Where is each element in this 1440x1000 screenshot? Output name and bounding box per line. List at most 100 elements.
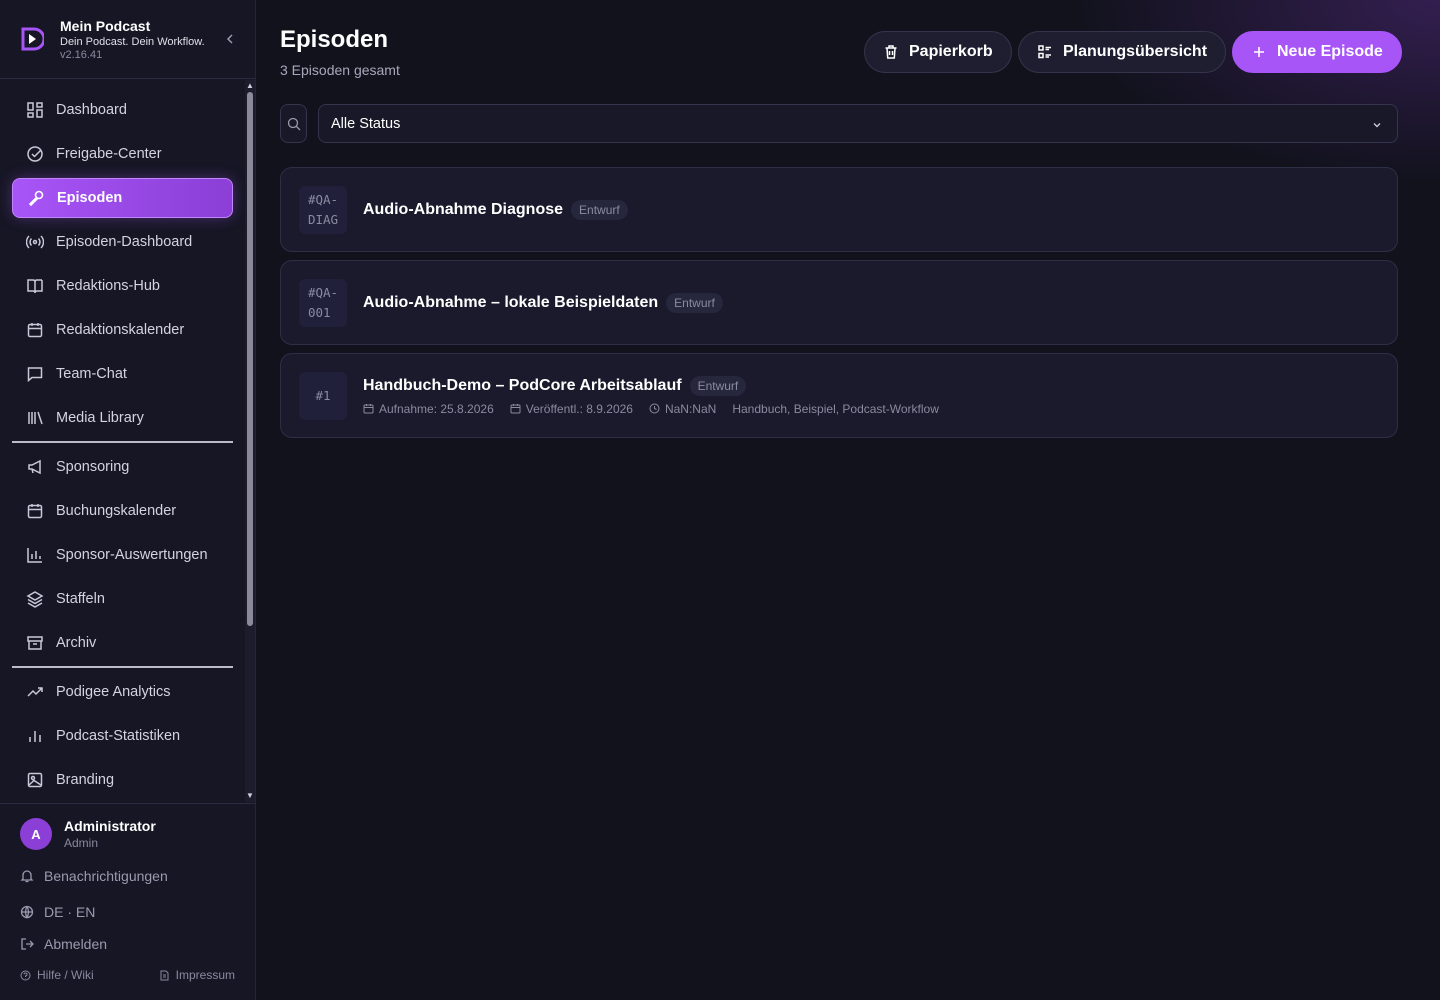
sidebar-item-label: Freigabe-Center [56,146,162,162]
episode-title: Audio-Abnahme – lokale Beispieldaten [363,293,659,311]
user-panel: A Administrator Admin Benachrichtigungen… [0,803,255,1000]
help-link[interactable]: Hilfe / Wiki [20,968,94,982]
nav-divider [12,666,233,668]
episode-count: 3 Episoden gesamt [280,62,400,78]
sidebar: Mein Podcast Dein Podcast. Dein Workflow… [0,0,256,1000]
calendar-icon [27,323,43,338]
trash-label: Papierkorb [909,43,993,60]
sidebar-item-episoden-dashboard[interactable]: Episoden-Dashboard [12,222,233,262]
status-badge: Entwurf [689,375,747,396]
broadcast-icon [26,235,44,249]
notifications-link[interactable]: Benachrichtigungen [0,866,255,886]
page-title: Episoden [280,26,389,53]
episode-card[interactable]: #1 Handbuch-Demo – PodCore Arbeitsablauf… [280,353,1398,438]
planning-overview-button[interactable]: Planungsübersicht [1018,31,1227,73]
sidebar-item-media-library[interactable]: Media Library [12,398,233,438]
sidebar-item-freigabe-center[interactable]: Freigabe-Center [12,134,233,174]
trash-button[interactable]: Papierkorb [864,31,1012,73]
episode-number-line: DIAG [307,211,339,227]
status-filter-select[interactable]: Alle Status [318,104,1398,143]
new-episode-label: Neue Episode [1277,43,1383,60]
sidebar-item-dashboard[interactable]: Dashboard [12,90,233,130]
status-badge: Entwurf [666,292,723,313]
chevron-left-icon [226,34,233,44]
mic-icon [28,190,44,207]
sidebar-item-redaktions-hub[interactable]: Redaktions-Hub [12,266,233,306]
scroll-down-arrow-icon[interactable]: ▼ [246,792,254,800]
sidebar-scrollbar[interactable]: ▲ ▼ [245,80,255,802]
episode-number: #QA- 001 [299,278,347,327]
library-icon [28,411,43,425]
sidebar-item-podigee-analytics[interactable]: Podigee Analytics [12,672,233,712]
image-icon [27,772,43,788]
sidebar-item-label: Media Library [56,410,144,426]
brand-header: Mein Podcast Dein Podcast. Dein Workflow… [0,0,255,79]
chat-icon [27,367,43,383]
calendar-icon [27,504,43,519]
clock-icon [649,403,660,414]
logout-button[interactable]: Abmelden [0,934,255,954]
chevron-down-icon [1373,123,1381,128]
search-button[interactable] [280,104,307,143]
user-profile[interactable]: A Administrator Admin [0,804,255,850]
sidebar-item-label: Sponsoring [56,459,130,475]
episode-card[interactable]: #QA- 001 Audio-Abnahme – lokale Beispield… [280,260,1398,345]
megaphone-icon [28,459,41,475]
globe-icon [20,905,34,919]
sidebar-item-episoden[interactable]: Episoden [12,178,233,218]
bar-chart-icon [27,548,42,563]
book-icon [27,279,43,294]
nav-divider [12,441,233,443]
sidebar-item-branding[interactable]: Branding [12,760,233,800]
trash-icon [885,45,897,59]
app-logo-icon [21,27,44,51]
sidebar-item-podcast-statistiken[interactable]: Podcast-Statistiken [12,716,233,756]
sidebar-item-sponsoring[interactable]: Sponsoring [12,447,233,487]
sidebar-item-buchungskalender[interactable]: Buchungskalender [12,491,233,531]
sidebar-item-team-chat[interactable]: Team-Chat [12,354,233,394]
imprint-link[interactable]: Impressum [159,968,235,982]
user-name: Administrator [64,818,156,834]
sidebar-item-redaktionskalender[interactable]: Redaktionskalender [12,310,233,350]
search-icon [287,117,300,130]
sidebar-item-staffeln[interactable]: Staffeln [12,579,233,619]
episode-number: #1 [299,371,347,420]
language-switch[interactable]: DE · EN [0,902,255,922]
layers-icon [26,591,44,608]
avatar: A [20,818,52,850]
trending-up-icon [27,687,43,697]
imprint-label: Impressum [175,968,235,982]
user-role: Admin [64,836,99,850]
episode-meta: Aufnahme: 25.8.2026 Veröffentl.: 8.9.202… [363,402,955,416]
new-episode-button[interactable]: Neue Episode [1232,31,1402,73]
archive-icon [27,636,43,650]
app-name: Mein Podcast [60,17,151,34]
episode-card[interactable]: #QA- DIAG Audio-Abnahme Diagnose Entwurf [280,167,1398,252]
status-badge: Entwurf [571,199,628,220]
document-icon [160,970,169,980]
check-circle-icon [27,146,43,162]
sidebar-item-label: Archiv [56,635,97,651]
sidebar-item-sponsor-auswertungen[interactable]: Sponsor-Auswertungen [12,535,233,575]
sidebar-item-label: Redaktions-Hub [56,278,160,294]
scroll-thumb[interactable] [247,92,253,626]
language-label: DE · EN [44,904,96,920]
help-label: Hilfe / Wiki [37,968,94,982]
app-tagline: Dein Podcast. Dein Workflow. [60,35,205,48]
notifications-label: Benachrichtigungen [44,868,168,884]
logout-label: Abmelden [44,936,108,952]
sidebar-item-label: Team-Chat [56,366,127,382]
main-content: Episoden 3 Episoden gesamt Papierkorb Pl… [256,0,1440,1000]
sidebar-item-label: Podcast-Statistiken [56,728,181,744]
scroll-up-arrow-icon[interactable]: ▲ [246,82,254,90]
collapse-sidebar-button[interactable] [223,30,237,48]
stats-icon [29,731,41,742]
logout-icon [21,938,34,950]
recording-date: Aufnahme: 25.8.2026 [363,402,494,416]
sidebar-item-archiv[interactable]: Archiv [12,623,233,663]
sidebar-item-label: Sponsor-Auswertungen [56,547,208,563]
planning-label: Planungsübersicht [1063,43,1208,60]
episode-title: Audio-Abnahme Diagnose [363,200,564,218]
episode-number-line: #QA- [307,284,339,300]
help-circle-icon [20,970,31,980]
